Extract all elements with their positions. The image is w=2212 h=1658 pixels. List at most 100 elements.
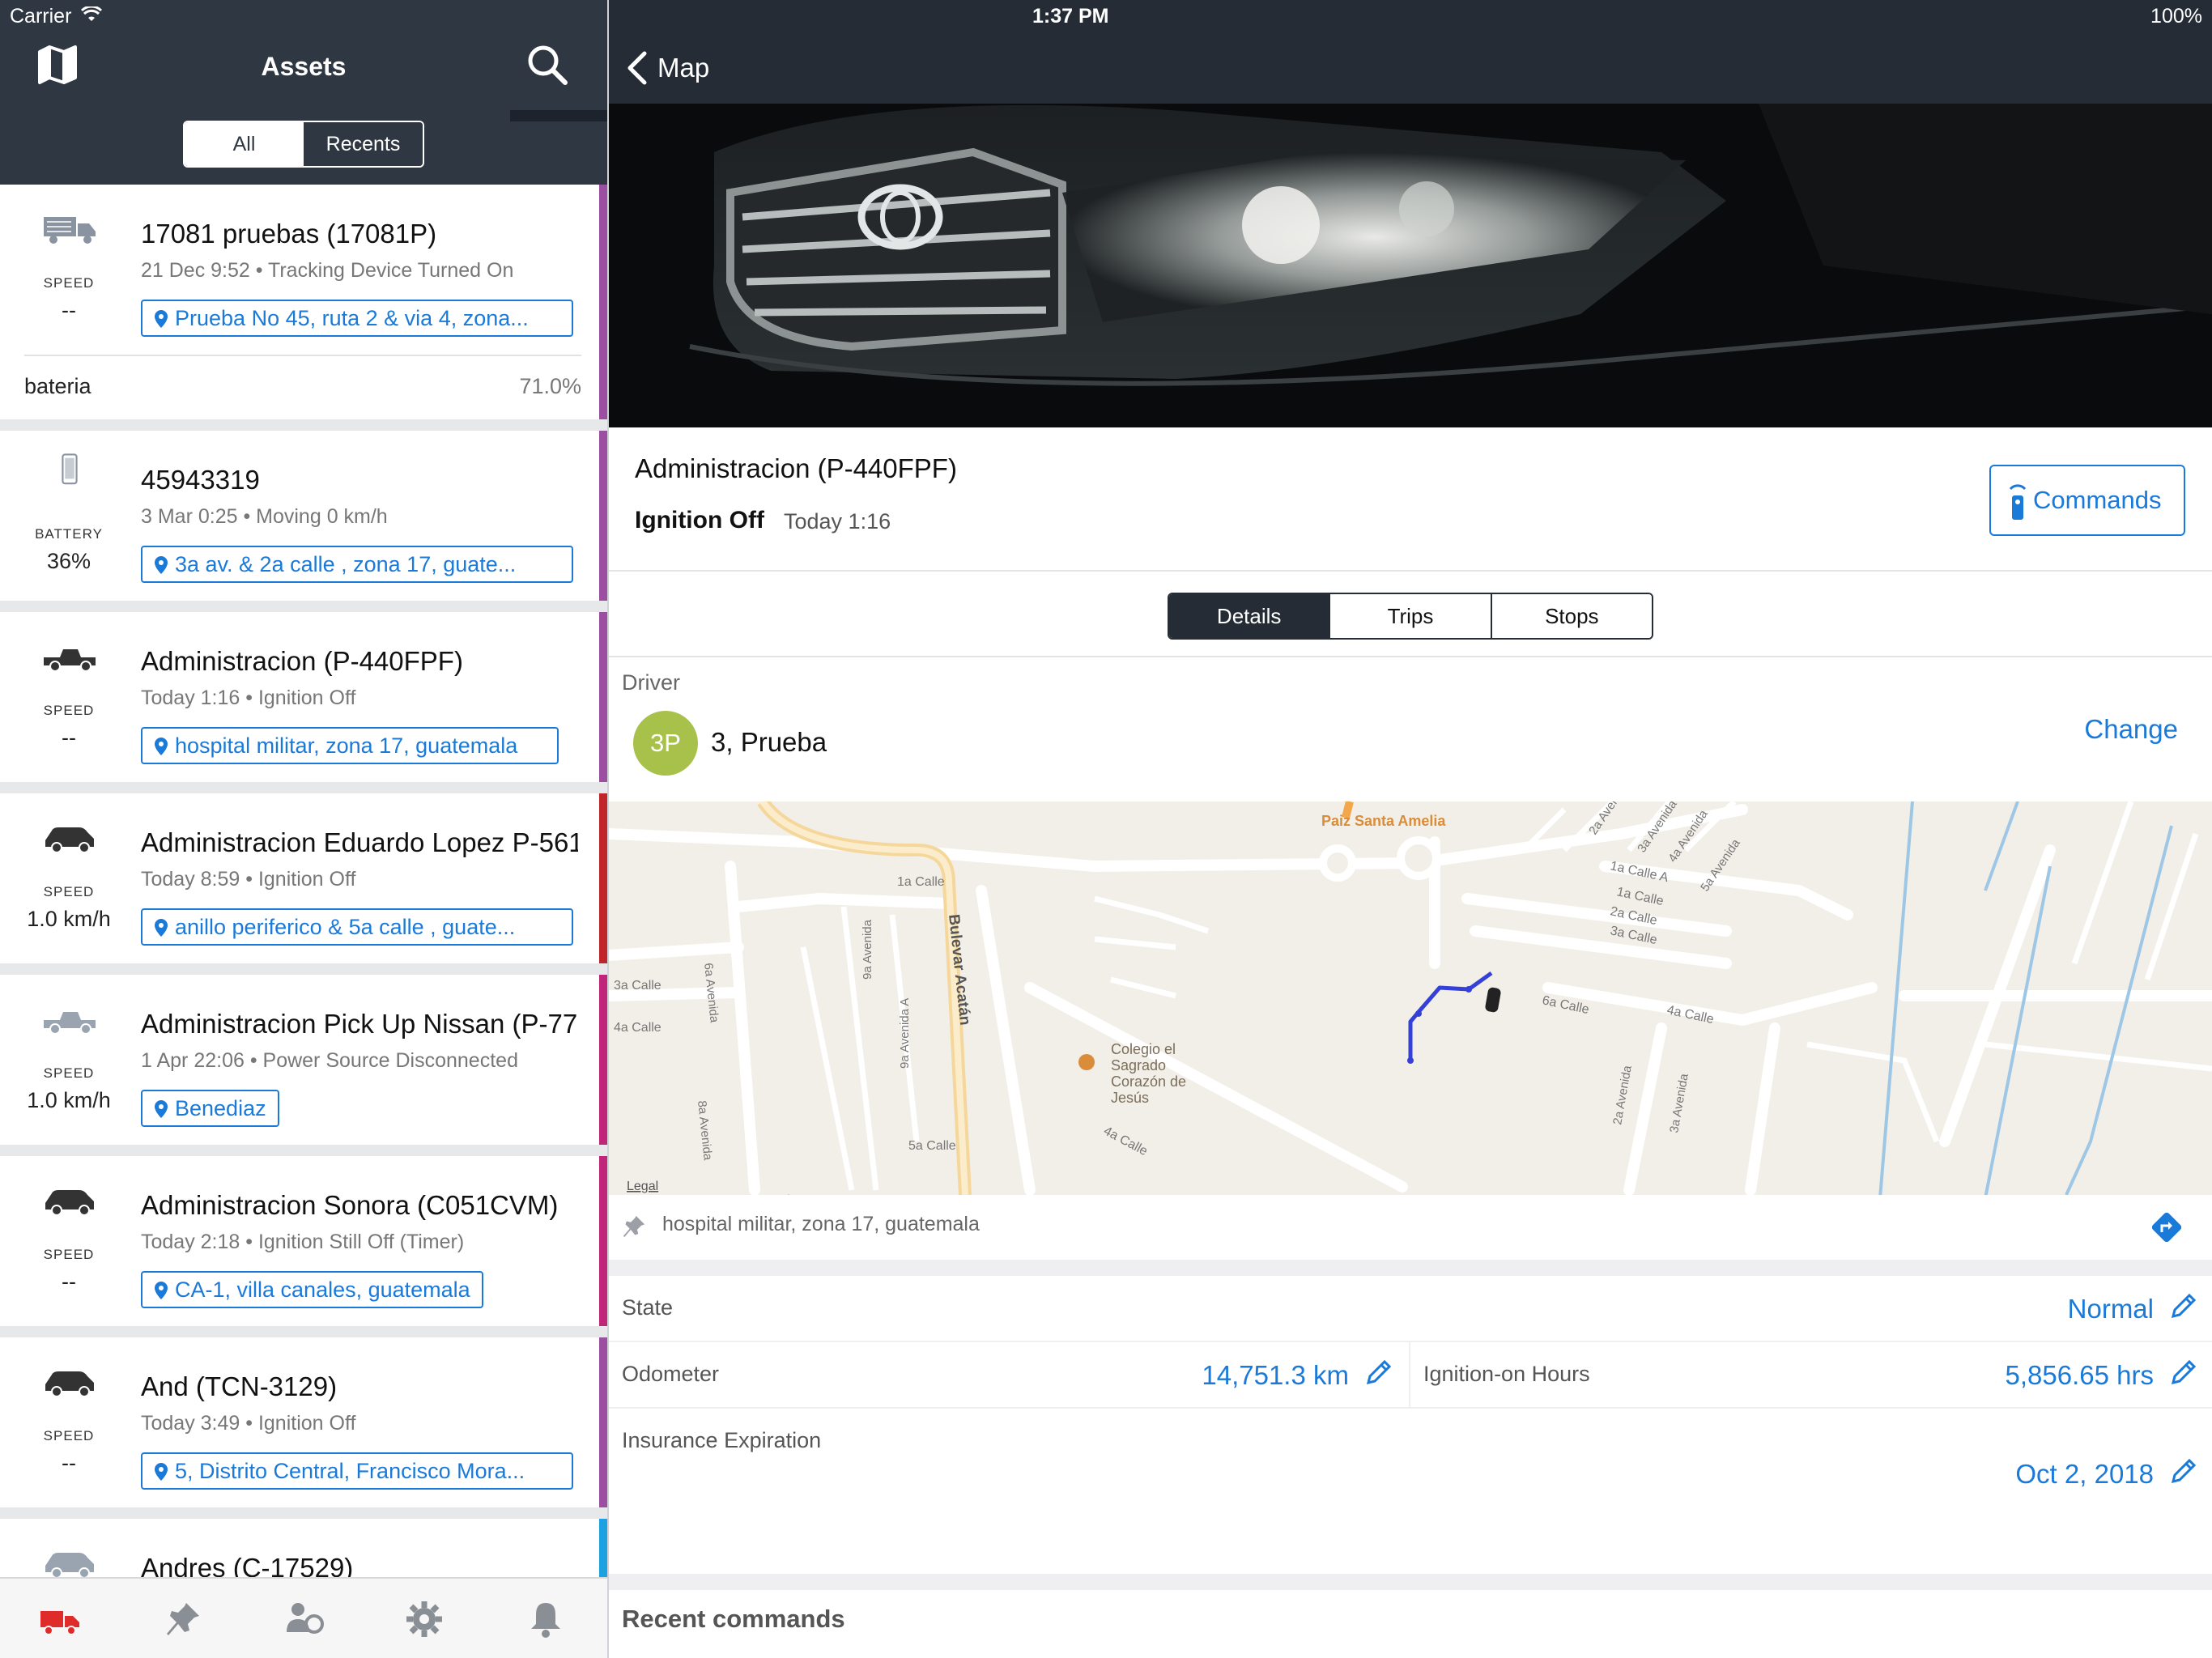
search-icon[interactable] xyxy=(525,42,570,87)
insurance-value: Oct 2, 2018 xyxy=(2015,1459,2154,1489)
asset-metric: SPEED 1.0 km/h xyxy=(0,1065,138,1113)
asset-card[interactable]: SPEED 1.0 km/h Administracion Eduardo Lop… xyxy=(0,793,607,963)
asset-card[interactable]: SPEED -- And (TCN-3129) Today 3:49 • Igni… xyxy=(0,1337,607,1507)
location-pin-icon xyxy=(155,1100,168,1118)
asset-card[interactable]: SPEED -- Administracion Sonora (C051CVM) … xyxy=(0,1156,607,1326)
edit-pencil-icon[interactable] xyxy=(2167,1357,2199,1389)
asset-name: 17081 pruebas (17081P) xyxy=(141,219,437,249)
asset-name: Administracion Eduardo Lopez P-561... xyxy=(141,827,578,857)
change-driver-button[interactable]: Change xyxy=(2084,714,2178,745)
settings-tab-icon[interactable] xyxy=(403,1600,445,1639)
places-tab-icon[interactable] xyxy=(162,1600,204,1639)
pushpin-icon xyxy=(623,1215,645,1238)
edit-pencil-icon[interactable] xyxy=(1362,1357,1394,1389)
filter-segmented-control: All Recents xyxy=(183,121,424,168)
car-icon xyxy=(45,1553,94,1577)
tab-details[interactable]: Details xyxy=(1169,594,1329,638)
car-icon xyxy=(45,1190,94,1216)
status-stripe xyxy=(599,1156,607,1326)
asset-status: 21 Dec 9:52 • Tracking Device Turned On xyxy=(141,259,514,282)
tab-trips[interactable]: Trips xyxy=(1329,594,1491,638)
asset-address-button[interactable]: anillo periferico & 5a calle , guate... xyxy=(141,908,573,946)
map-legal-link[interactable]: Legal xyxy=(627,1180,658,1193)
tab-bar xyxy=(0,1577,607,1658)
status-stripe xyxy=(599,185,607,419)
insurance-row[interactable]: Insurance Expiration Oct 2, 2018 xyxy=(609,1409,2212,1509)
detail-nav-bar: Map xyxy=(609,0,2212,104)
asset-status: 1 Apr 22:06 • Power Source Disconnected xyxy=(141,1049,518,1072)
segment-all[interactable]: All xyxy=(185,122,304,166)
address-text: anillo periferico & 5a calle , guate... xyxy=(175,914,516,939)
asset-address-button[interactable]: 3a av. & 2a calle , zona 17, guate... xyxy=(141,546,573,583)
asset-metric: SPEED -- xyxy=(0,1247,138,1295)
asset-name: And (TCN-3129) xyxy=(141,1371,338,1401)
address-bar: hospital militar, zona 17, guatemala xyxy=(609,1195,2212,1260)
asset-address-button[interactable]: 5, Distrito Central, Francisco Mora... xyxy=(141,1452,573,1490)
asset-card[interactable]: SPEED 1.0 km/h Administracion Pick Up Nis… xyxy=(0,975,607,1145)
commands-button[interactable]: Commands xyxy=(1989,465,2185,536)
map-label: 4a Calle xyxy=(614,1021,661,1035)
asset-address-button[interactable]: Prueba No 45, ruta 2 & via 4, zona... xyxy=(141,300,573,337)
asset-address-button[interactable]: CA-1, villa canales, guatemala xyxy=(141,1271,483,1308)
asset-status: Today 3:49 • Ignition Off xyxy=(141,1412,356,1435)
pickup-icon xyxy=(44,649,96,672)
avatar: 3P xyxy=(633,711,698,776)
asset-card[interactable]: SPEED -- 17081 pruebas (17081P) 21 Dec 9:… xyxy=(0,185,607,419)
asset-list[interactable]: SPEED -- 17081 pruebas (17081P) 21 Dec 9:… xyxy=(0,185,607,1577)
map-label: Paiz Santa Amelia xyxy=(1321,813,1446,829)
blank-row xyxy=(609,1509,2212,1574)
segment-recents[interactable]: Recents xyxy=(304,122,423,166)
phone-icon xyxy=(62,453,78,485)
location-pin-icon xyxy=(155,556,168,574)
location-pin-icon xyxy=(155,310,168,328)
map-label: Colegio el xyxy=(1111,1041,1176,1057)
alerts-tab-icon[interactable] xyxy=(525,1600,567,1639)
metric-value: -- xyxy=(62,1269,76,1294)
metric-value: -- xyxy=(62,1451,76,1475)
asset-address-button[interactable]: hospital militar, zona 17, guatemala xyxy=(141,727,559,764)
ignition-hours-row[interactable]: Ignition-on Hours 5,856.65 hrs xyxy=(1410,1342,2212,1407)
address-text: hospital militar, zona 17, guatemala xyxy=(662,1213,980,1235)
assets-tab-icon[interactable] xyxy=(39,1600,81,1639)
asset-address-button[interactable]: Benediaz xyxy=(141,1090,279,1127)
asset-metric: SPEED -- xyxy=(0,1428,138,1476)
truck-icon xyxy=(44,217,96,244)
location-pin-icon xyxy=(155,738,168,755)
tab-stops[interactable]: Stops xyxy=(1490,594,1652,638)
location-pin-icon xyxy=(155,919,168,937)
metric-value: 1.0 km/h xyxy=(27,907,111,931)
location-map[interactable]: Paiz Santa Amelia Colegio el Sagrado Cor… xyxy=(609,801,2212,1195)
detail-tabs: Details Trips Stops xyxy=(609,572,2212,657)
edit-pencil-icon[interactable] xyxy=(2167,1290,2199,1323)
pickup-icon xyxy=(44,1012,96,1035)
map-label: 9a Avenida A xyxy=(898,998,912,1069)
metric-value: -- xyxy=(62,725,76,750)
asset-status: Today 8:59 • Ignition Off xyxy=(141,868,356,891)
asset-name: Andres (C-17529) xyxy=(141,1553,354,1577)
state-row[interactable]: State Normal xyxy=(609,1276,2212,1341)
status-battery: 100% xyxy=(2150,5,2202,28)
insurance-label: Insurance Expiration xyxy=(622,1428,822,1452)
odometer-row[interactable]: Odometer 14,751.3 km xyxy=(609,1342,1409,1407)
drivers-tab-icon[interactable] xyxy=(283,1600,325,1639)
vehicle-header: Administracion (P-440FPF) Ignition Off T… xyxy=(609,427,2212,572)
asset-detail-panel: Map 1:37 PM 100% Administracion (P-440FP… xyxy=(609,0,2212,1658)
vehicle-photo-image xyxy=(609,104,2212,427)
metric-value: 1.0 km/h xyxy=(27,1088,111,1112)
sensor-label: bateria xyxy=(24,374,91,398)
asset-card[interactable]: Andres (C-17529) xyxy=(0,1519,607,1577)
asset-metric: SPEED 1.0 km/h xyxy=(0,884,138,932)
directions-icon[interactable] xyxy=(2150,1211,2183,1244)
map-label: 9a Avenida xyxy=(861,919,874,980)
asset-card[interactable]: BATTERY 36% 45943319 3 Mar 0:25 • Moving … xyxy=(0,431,607,601)
asset-card[interactable]: SPEED -- Administracion (P-440FPF) Today … xyxy=(0,612,607,782)
back-button[interactable]: Map xyxy=(625,50,709,86)
metric-value: -- xyxy=(62,298,76,322)
metric-label: SPEED xyxy=(43,703,95,718)
state-value: Normal xyxy=(2067,1294,2154,1324)
edit-pencil-icon[interactable] xyxy=(2167,1456,2199,1488)
ignition-status: Ignition Off xyxy=(635,507,764,534)
car-icon xyxy=(45,1371,94,1397)
carrier-label: Carrier xyxy=(10,5,72,28)
map-label: 5a Calle xyxy=(908,1139,956,1153)
